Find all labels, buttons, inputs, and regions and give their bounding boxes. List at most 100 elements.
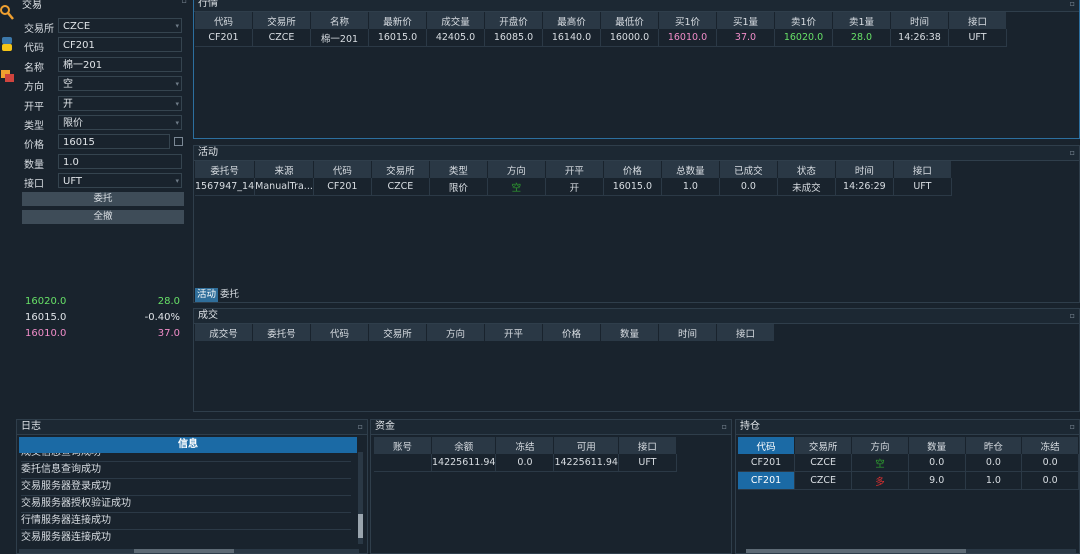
table-row[interactable]: CF201 CZCE 棉一201 16015.0 42405.0 16085.0 16140… <box>195 29 1007 47</box>
table-row[interactable]: 1567947_14 ManualTra... CF201 CZCE 限价空开 16015… <box>195 178 952 196</box>
column-header[interactable]: 接口 <box>618 437 677 454</box>
column-header[interactable]: 成交号 <box>195 324 253 341</box>
form-row: 开平 开 ▾ <box>22 95 184 113</box>
position-hscrollbar[interactable] <box>746 549 1076 553</box>
column-header[interactable]: 交易所 <box>371 161 430 178</box>
table-cell: 未成交 <box>777 178 836 196</box>
field-input[interactable]: 棉一201 <box>58 56 182 72</box>
field-input[interactable]: 16015 <box>58 134 170 150</box>
log-hscroll-thumb[interactable] <box>134 549 234 553</box>
market-panel-title: 行情 <box>198 0 218 9</box>
panel-float-icon[interactable]: ▫ <box>1070 420 1075 434</box>
field-select[interactable]: UFT ▾ <box>58 173 182 189</box>
column-header[interactable]: 代码 <box>738 437 796 454</box>
submit-order-button[interactable]: 委托 <box>22 192 184 206</box>
column-header[interactable]: 冻结 <box>495 437 555 454</box>
chat-icon[interactable] <box>0 68 14 84</box>
column-header[interactable]: 接口 <box>948 12 1007 29</box>
column-header[interactable]: 成交量 <box>426 12 485 29</box>
price-checkbox[interactable] <box>174 137 183 147</box>
column-header[interactable]: 价格 <box>603 161 662 178</box>
cancel-all-button[interactable]: 全撤 <box>22 210 184 224</box>
column-header[interactable]: 已成交 <box>719 161 778 178</box>
account-panel: 资金 ▫ 账号 余额 冻结 可用 接口 14225611.94 0.0 14225611.94… <box>370 419 732 554</box>
tab-active[interactable]: 活动 <box>195 288 219 302</box>
table-row[interactable]: CF201 CZCE 多 9.0 1.0 0.0 <box>738 471 1079 490</box>
panel-float-icon[interactable]: ▫ <box>182 0 187 5</box>
column-header[interactable]: 代码 <box>313 161 372 178</box>
column-header[interactable]: 交易所 <box>368 324 427 341</box>
panel-float-icon[interactable]: ▫ <box>1070 309 1075 323</box>
table-cell: UFT <box>618 454 677 472</box>
column-header[interactable]: 方向 <box>487 161 546 178</box>
table-cell: 0.0 <box>1021 454 1079 472</box>
column-header[interactable]: 方向 <box>426 324 485 341</box>
panel-float-icon[interactable]: ▫ <box>1070 146 1075 160</box>
table-row[interactable]: 14225611.94 0.0 14225611.94 UFT <box>374 454 677 472</box>
column-header[interactable]: 接口 <box>893 161 952 178</box>
log-scrollbar[interactable] <box>358 452 363 544</box>
column-header[interactable]: 卖1价 <box>774 12 833 29</box>
python-icon[interactable] <box>0 36 14 52</box>
panel-float-icon[interactable]: ▫ <box>722 420 727 434</box>
column-header[interactable]: 最高价 <box>542 12 601 29</box>
column-header[interactable]: 方向 <box>851 437 909 454</box>
log-column-header: 信息 <box>19 437 357 453</box>
field-input[interactable]: 1.0 <box>58 153 182 169</box>
column-header[interactable]: 数量 <box>908 437 966 454</box>
column-header[interactable]: 买1量 <box>716 12 775 29</box>
search-icon[interactable] <box>0 4 14 20</box>
column-header[interactable]: 开平 <box>545 161 604 178</box>
column-header[interactable]: 状态 <box>777 161 836 178</box>
field-select[interactable]: 限价 ▾ <box>58 115 182 130</box>
log-hscrollbar[interactable] <box>19 549 359 553</box>
field-select[interactable]: CZCE ▾ <box>58 18 182 33</box>
table-cell: 1.0 <box>661 178 720 196</box>
column-header[interactable]: 交易所 <box>794 437 853 454</box>
column-header[interactable]: 价格 <box>542 324 601 341</box>
column-header[interactable]: 代码 <box>195 12 253 29</box>
column-header[interactable]: 时间 <box>890 12 949 29</box>
field-label: 开平 <box>24 101 44 113</box>
column-header[interactable]: 数量 <box>600 324 659 341</box>
chevron-down-icon: ▾ <box>175 22 179 30</box>
column-header[interactable]: 开平 <box>484 324 543 341</box>
depth-price: 16020.0 <box>25 296 67 307</box>
table-cell: CZCE <box>794 471 853 490</box>
column-header[interactable]: 时间 <box>658 324 717 341</box>
table-cell: CF201 <box>195 29 253 47</box>
column-header[interactable]: 最低价 <box>600 12 659 29</box>
table-cell: 0.0 <box>965 454 1023 472</box>
column-header[interactable]: 总数量 <box>661 161 720 178</box>
tab-orders[interactable]: 委托 <box>218 288 241 302</box>
column-header[interactable]: 余额 <box>431 437 497 454</box>
panel-float-icon[interactable]: ▫ <box>1070 0 1075 11</box>
column-header[interactable]: 交易所 <box>252 12 311 29</box>
field-select[interactable]: 空 ▾ <box>58 76 182 92</box>
field-select[interactable]: 开 ▾ <box>58 95 182 111</box>
log-scroll-thumb[interactable] <box>358 514 363 538</box>
column-header[interactable]: 委托号 <box>252 324 311 341</box>
table-row[interactable]: CF201 CZCE 空 0.0 0.0 0.0 <box>738 454 1079 472</box>
column-header[interactable]: 委托号 <box>195 161 256 178</box>
field-input[interactable]: CF201 <box>58 37 182 53</box>
column-header[interactable]: 账号 <box>374 437 432 454</box>
column-header[interactable]: 冻结 <box>1021 437 1079 454</box>
column-header[interactable]: 时间 <box>835 161 894 178</box>
column-header[interactable]: 买1价 <box>658 12 717 29</box>
column-header[interactable]: 代码 <box>310 324 369 341</box>
column-header[interactable]: 最新价 <box>368 12 427 29</box>
chevron-down-icon: ▾ <box>175 80 179 89</box>
column-header[interactable]: 来源 <box>254 161 314 178</box>
column-header[interactable]: 名称 <box>310 12 369 29</box>
panel-float-icon[interactable]: ▫ <box>358 420 363 434</box>
column-header[interactable]: 卖1量 <box>832 12 891 29</box>
column-header[interactable]: 接口 <box>716 324 775 341</box>
column-header[interactable]: 昨仓 <box>965 437 1023 454</box>
position-hscroll-thumb[interactable] <box>746 549 966 553</box>
field-value: 空 <box>63 79 73 91</box>
column-header[interactable]: 可用 <box>553 437 619 454</box>
table-cell: 0.0 <box>1021 471 1079 490</box>
column-header[interactable]: 类型 <box>429 161 488 178</box>
column-header[interactable]: 开盘价 <box>484 12 543 29</box>
